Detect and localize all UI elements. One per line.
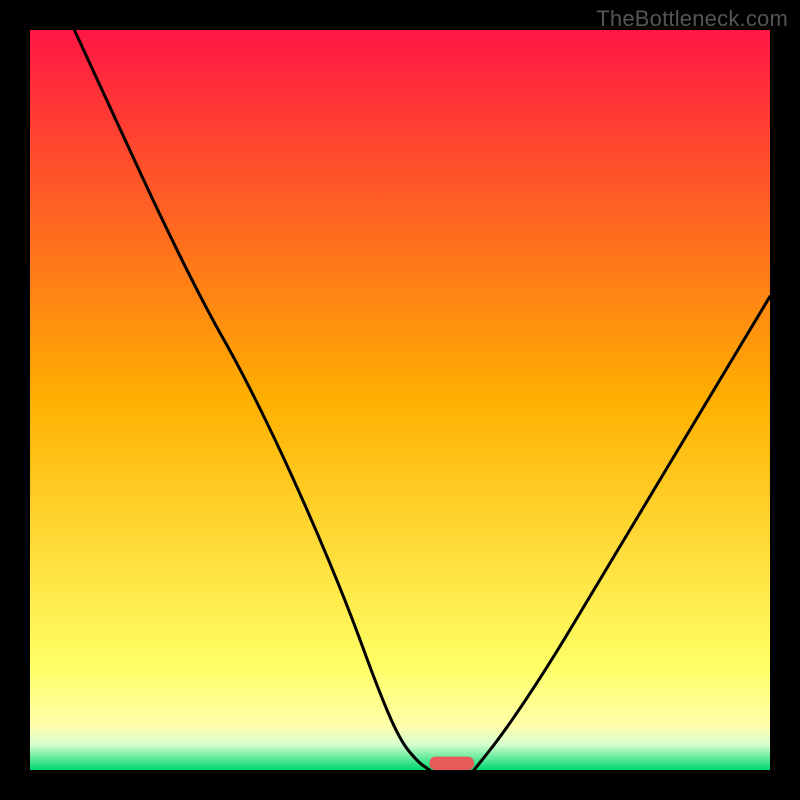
plot-area: [30, 30, 770, 770]
chart-frame: TheBottleneck.com: [0, 0, 800, 800]
gradient-background: [30, 30, 770, 770]
watermark-text: TheBottleneck.com: [596, 6, 788, 32]
bottleneck-curve-chart: [30, 30, 770, 770]
optimal-marker: [430, 757, 474, 770]
